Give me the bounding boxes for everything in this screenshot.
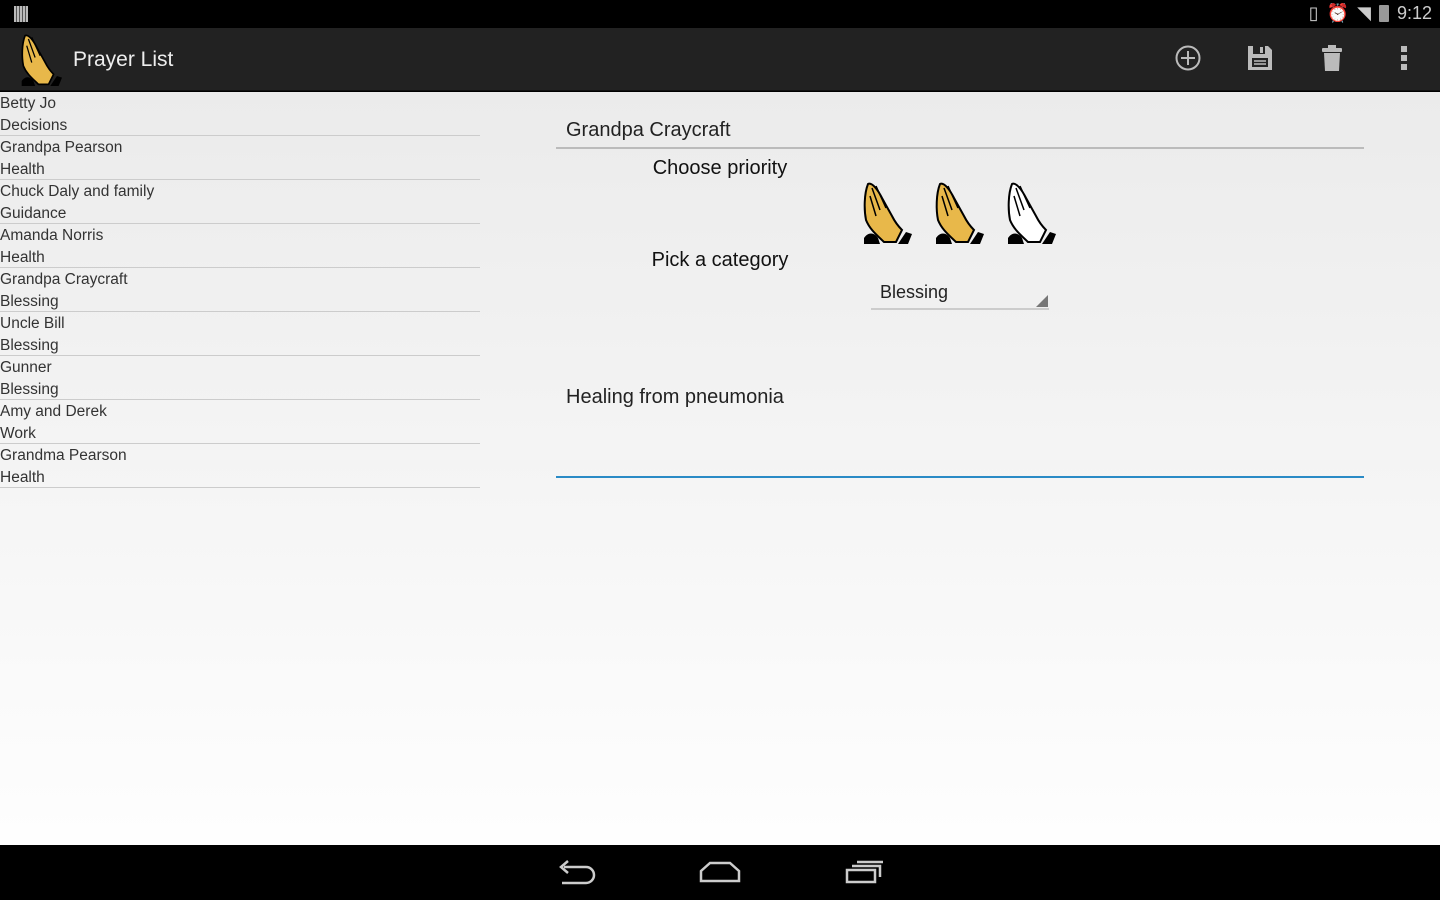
item-category: Blessing (0, 336, 59, 354)
content: Betty Jo Decisions Grandpa Pearson Health Ch… (0, 92, 1440, 845)
home-icon[interactable] (698, 857, 742, 887)
navigation-bar (0, 845, 1440, 900)
overflow-menu-icon (1401, 46, 1407, 70)
item-category: Work (0, 424, 36, 442)
list-item[interactable]: Gunner Blessing (0, 356, 480, 400)
notification-icon (14, 6, 28, 22)
list-item[interactable]: Amy and Derek Work (0, 400, 480, 444)
item-name: Grandma Pearson (0, 447, 127, 464)
list-item[interactable]: Uncle Bill Blessing (0, 312, 480, 356)
item-category: Blessing (0, 292, 59, 310)
item-name: Amanda Norris (0, 227, 104, 244)
item-name: Gunner (0, 359, 52, 376)
notes-input[interactable]: Healing from pneumonia (556, 380, 1364, 478)
save-button[interactable] (1244, 42, 1276, 74)
back-icon[interactable] (554, 857, 598, 887)
item-category: Guidance (0, 204, 67, 222)
priority-label: Choose priority (652, 157, 788, 179)
item-category: Health (0, 468, 45, 486)
item-name: Grandpa Craycraft (0, 271, 128, 288)
delete-button[interactable] (1316, 42, 1348, 74)
item-name: Betty Jo (0, 95, 56, 112)
list-item[interactable]: Grandpa Craycraft Blessing (0, 268, 480, 312)
item-name: Chuck Daly and family (0, 183, 155, 200)
item-name: Amy and Derek (0, 403, 107, 420)
dropdown-triangle-icon (1036, 295, 1048, 307)
praying-hands-logo-icon (20, 32, 62, 88)
prayer-list: Betty Jo Decisions Grandpa Pearson Health Ch… (0, 92, 480, 488)
alarm-icon: ⏰ (1326, 3, 1350, 23)
recent-apps-icon[interactable] (843, 857, 887, 887)
category-label: Pick a category (651, 249, 789, 271)
battery-charging-icon (1378, 5, 1389, 22)
priority-hands-empty-icon[interactable] (1006, 180, 1056, 246)
delete-icon (1322, 45, 1342, 71)
save-icon (1248, 46, 1272, 70)
add-button[interactable] (1172, 42, 1204, 74)
item-name: Uncle Bill (0, 315, 65, 332)
item-category: Blessing (0, 380, 59, 398)
status-bar: ▯ ⏰ ◥ 9:12 (0, 0, 1440, 28)
app-title: Prayer List (73, 48, 174, 71)
list-item[interactable]: Betty Jo Decisions (0, 92, 480, 136)
app-bar: Prayer List (0, 28, 1440, 91)
item-category: Decisions (0, 116, 68, 134)
clock: 9:12 (1396, 3, 1432, 23)
rotation-icon: ▯ (1308, 3, 1319, 23)
add-icon (1175, 45, 1201, 71)
list-item[interactable]: Grandma Pearson Health (0, 444, 480, 488)
priority-selector (862, 180, 1056, 246)
item-name: Grandpa Pearson (0, 139, 123, 156)
list-item[interactable]: Chuck Daly and family Guidance (0, 180, 480, 224)
category-value: Blessing (880, 282, 949, 302)
wifi-icon: ◥ (1357, 3, 1371, 23)
priority-hands-filled-icon[interactable] (934, 180, 984, 246)
priority-hands-filled-icon[interactable] (862, 180, 912, 246)
category-spinner[interactable]: Blessing (871, 282, 1049, 310)
overflow-menu-button[interactable] (1388, 42, 1420, 74)
name-input[interactable]: Grandpa Craycraft (556, 119, 1364, 149)
